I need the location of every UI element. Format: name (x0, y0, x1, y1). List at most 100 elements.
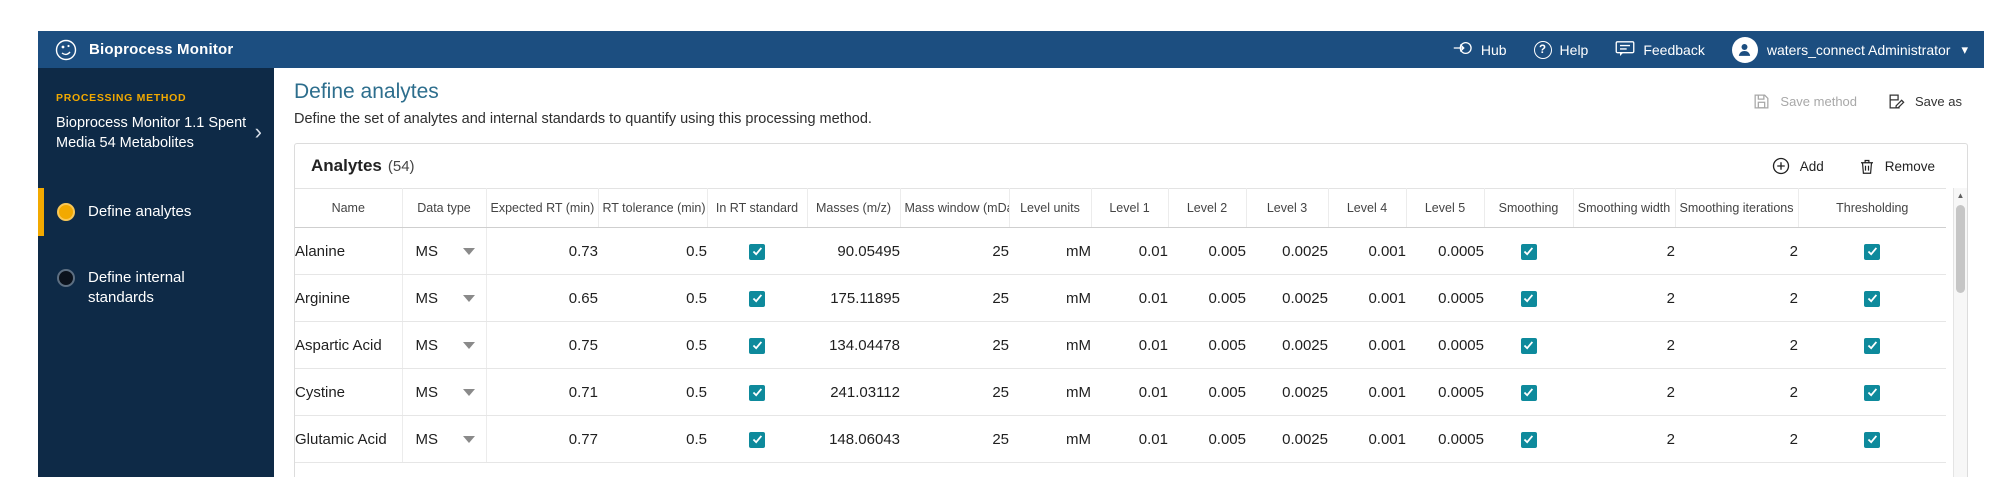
cell-level-units[interactable]: mM (1009, 321, 1091, 369)
cell-in-rt-standard[interactable] (707, 415, 807, 463)
cell-level-units[interactable]: mM (1009, 227, 1091, 275)
scrollbar-thumb[interactable] (1956, 205, 1965, 293)
cell-level1[interactable]: 0.01 (1091, 368, 1168, 416)
cell-in-rt-standard[interactable] (707, 368, 807, 416)
cell-smoothing-iterations[interactable]: 2 (1675, 227, 1798, 275)
cell-level2[interactable]: 0.005 (1168, 415, 1246, 463)
cell-level-units[interactable]: mM (1009, 274, 1091, 322)
cell-level2[interactable]: 0.005 (1168, 321, 1246, 369)
data-type-dropdown[interactable]: MS (403, 384, 486, 401)
checkbox-in-rt-standard[interactable] (749, 431, 765, 448)
cell-name[interactable]: Aspartic Acid (295, 321, 403, 369)
cell-level5[interactable]: 0.0005 (1406, 274, 1484, 322)
cell-level3[interactable]: 0.0025 (1246, 321, 1328, 369)
cell-smoothing-width[interactable]: 2 (1573, 274, 1675, 322)
cell-smoothing[interactable] (1484, 368, 1573, 416)
cell-masses[interactable]: 241.03112 (807, 368, 900, 416)
cell-expected-rt[interactable]: 0.65 (486, 274, 598, 322)
cell-masses[interactable]: 90.05495 (807, 227, 900, 275)
cell-level4[interactable]: 0.001 (1328, 321, 1406, 369)
add-button[interactable]: Add (1771, 156, 1824, 176)
cell-rt-tolerance[interactable]: 0.5 (598, 321, 707, 369)
checkbox-thresholding[interactable] (1864, 384, 1880, 401)
cell-level5[interactable]: 0.0005 (1406, 415, 1484, 463)
cell-level3[interactable]: 0.0025 (1246, 227, 1328, 275)
cell-expected-rt[interactable]: 0.75 (486, 321, 598, 369)
cell-smoothing-iterations[interactable]: 2 (1675, 321, 1798, 369)
cell-name[interactable]: Alanine (295, 227, 403, 275)
cell-smoothing[interactable] (1484, 274, 1573, 322)
cell-rt-tolerance[interactable]: 0.5 (598, 227, 707, 275)
cell-level1[interactable]: 0.01 (1091, 274, 1168, 322)
cell-smoothing[interactable] (1484, 415, 1573, 463)
checkbox-thresholding[interactable] (1864, 431, 1880, 448)
checkbox-smoothing[interactable] (1520, 431, 1537, 448)
cell-mass-window[interactable]: 25 (900, 227, 1009, 275)
cell-rt-tolerance[interactable]: 0.5 (598, 415, 707, 463)
sidebar-item-define-internal-standards[interactable]: Define internal standards (38, 260, 274, 317)
cell-level2[interactable]: 0.005 (1168, 227, 1246, 275)
cell-level-units[interactable]: mM (1009, 415, 1091, 463)
cell-data-type[interactable]: MS (402, 368, 487, 416)
cell-level1[interactable]: 0.01 (1091, 321, 1168, 369)
cell-level3[interactable]: 0.0025 (1246, 274, 1328, 322)
data-type-dropdown[interactable]: MS (403, 290, 486, 307)
checkbox-thresholding[interactable] (1864, 290, 1880, 307)
cell-smoothing-iterations[interactable]: 2 (1675, 368, 1798, 416)
cell-expected-rt[interactable]: 0.77 (486, 415, 598, 463)
cell-name[interactable]: Arginine (295, 274, 403, 322)
cell-level5[interactable]: 0.0005 (1406, 321, 1484, 369)
cell-smoothing-iterations[interactable]: 2 (1675, 274, 1798, 322)
save-method-button[interactable]: Save method (1752, 92, 1857, 111)
cell-level4[interactable]: 0.001 (1328, 274, 1406, 322)
vertical-scrollbar[interactable]: ▲ (1953, 188, 1967, 477)
cell-expected-rt[interactable]: 0.73 (486, 227, 598, 275)
data-type-dropdown[interactable]: MS (403, 243, 486, 260)
cell-level5[interactable]: 0.0005 (1406, 227, 1484, 275)
cell-name[interactable]: Cystine (295, 368, 403, 416)
cell-masses[interactable]: 175.11895 (807, 274, 900, 322)
checkbox-smoothing[interactable] (1520, 384, 1537, 401)
cell-smoothing-width[interactable]: 2 (1573, 321, 1675, 369)
scroll-up-icon[interactable]: ▲ (1954, 188, 1967, 203)
cell-data-type[interactable]: MS (402, 274, 487, 322)
feedback-button[interactable]: Feedback (1615, 40, 1705, 60)
cell-mass-window[interactable]: 25 (900, 415, 1009, 463)
cell-thresholding[interactable] (1798, 227, 1946, 275)
cell-masses[interactable]: 148.06043 (807, 415, 900, 463)
hub-button[interactable]: Hub (1453, 39, 1507, 60)
cell-level4[interactable]: 0.001 (1328, 415, 1406, 463)
data-type-dropdown[interactable]: MS (403, 431, 486, 448)
checkbox-in-rt-standard[interactable] (749, 337, 765, 354)
cell-in-rt-standard[interactable] (707, 227, 807, 275)
cell-data-type[interactable]: MS (402, 415, 487, 463)
cell-thresholding[interactable] (1798, 368, 1946, 416)
checkbox-thresholding[interactable] (1864, 337, 1880, 354)
cell-rt-tolerance[interactable]: 0.5 (598, 274, 707, 322)
data-type-dropdown[interactable]: MS (403, 337, 486, 354)
cell-name[interactable]: Glutamic Acid (295, 415, 403, 463)
cell-mass-window[interactable]: 25 (900, 321, 1009, 369)
cell-thresholding[interactable] (1798, 321, 1946, 369)
cell-data-type[interactable]: MS (402, 227, 487, 275)
cell-masses[interactable]: 134.04478 (807, 321, 900, 369)
cell-level1[interactable]: 0.01 (1091, 415, 1168, 463)
checkbox-in-rt-standard[interactable] (749, 290, 765, 307)
cell-level2[interactable]: 0.005 (1168, 274, 1246, 322)
cell-level1[interactable]: 0.01 (1091, 227, 1168, 275)
cell-level-units[interactable]: mM (1009, 368, 1091, 416)
cell-rt-tolerance[interactable]: 0.5 (598, 368, 707, 416)
cell-level3[interactable]: 0.0025 (1246, 368, 1328, 416)
cell-smoothing-iterations[interactable]: 2 (1675, 415, 1798, 463)
remove-button[interactable]: Remove (1858, 157, 1935, 176)
checkbox-smoothing[interactable] (1520, 290, 1537, 307)
cell-smoothing[interactable] (1484, 321, 1573, 369)
cell-smoothing[interactable] (1484, 227, 1573, 275)
checkbox-thresholding[interactable] (1864, 243, 1880, 260)
cell-smoothing-width[interactable]: 2 (1573, 227, 1675, 275)
cell-expected-rt[interactable]: 0.71 (486, 368, 598, 416)
cell-level3[interactable]: 0.0025 (1246, 415, 1328, 463)
cell-smoothing-width[interactable]: 2 (1573, 368, 1675, 416)
cell-level4[interactable]: 0.001 (1328, 368, 1406, 416)
cell-thresholding[interactable] (1798, 274, 1946, 322)
